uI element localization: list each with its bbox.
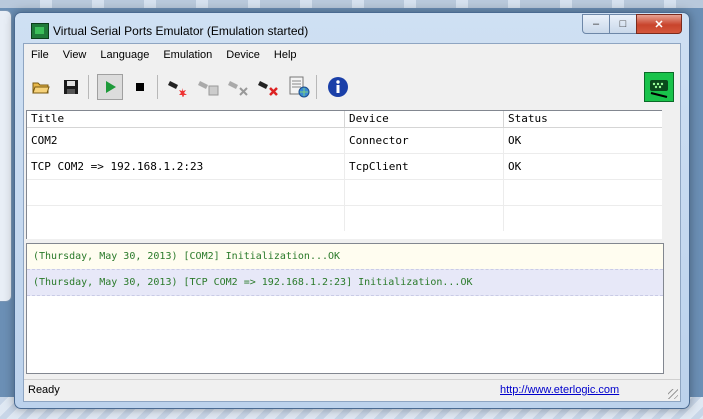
toolbar-separator [88,75,89,99]
stop-emulation-button[interactable] [127,74,153,100]
background-windows-top [0,0,703,8]
serial-port-logo-icon [644,72,674,102]
menu-emulation[interactable]: Emulation [156,49,219,61]
toolbar [24,66,680,108]
menu-bar: File View Language Emulation Device Help [24,44,680,66]
open-button[interactable] [28,74,54,100]
menu-language[interactable]: Language [93,49,156,61]
device-list-header: Title Device Status [27,111,663,128]
main-window: Virtual Serial Ports Emulator (Emulation… [14,12,690,409]
column-header-title[interactable]: Title [27,111,345,127]
cell-status: OK [504,154,663,179]
status-bar: Ready http://www.eterlogic.com [24,379,680,401]
cell-device: Connector [345,128,504,153]
empty-cell [27,206,345,231]
cell-title: COM2 [27,128,345,153]
table-row[interactable]: TCP COM2 => 192.168.1.2:23 TcpClient OK [27,154,663,180]
menu-view[interactable]: View [56,49,94,61]
window-title: Virtual Serial Ports Emulator (Emulation… [53,24,309,38]
menu-help[interactable]: Help [267,49,304,61]
properties-icon [289,76,310,98]
save-button[interactable] [58,74,84,100]
stop-icon [136,83,144,91]
save-icon [64,80,78,94]
maximize-button[interactable]: □ [609,14,637,34]
minimize-button[interactable]: – [582,14,610,34]
delete-device-icon [258,81,278,96]
create-device-icon [168,81,187,97]
info-icon [328,77,348,97]
empty-cell [27,180,345,205]
background-window-left-edge [0,10,12,302]
remove-device-icon [228,81,248,96]
delete-device-button[interactable] [256,74,282,100]
open-folder-icon [32,82,50,94]
menu-file[interactable]: File [24,49,56,61]
about-button[interactable] [325,74,351,100]
empty-cell [345,206,504,231]
empty-cell [345,180,504,205]
empty-row [27,180,663,206]
edit-device-button[interactable] [196,74,222,100]
empty-cell [504,206,663,231]
client-area: File View Language Emulation Device Help [23,43,681,402]
log-entry: (Thursday, May 30, 2013) [COM2] Initiali… [27,244,663,269]
empty-row [27,206,663,231]
menu-device[interactable]: Device [219,49,267,61]
app-icon[interactable] [31,23,49,39]
device-list[interactable]: Title Device Status COM2 Connector OK TC… [26,110,664,240]
cell-title: TCP COM2 => 192.168.1.2:23 [27,154,345,179]
properties-button[interactable] [286,74,312,100]
column-header-status[interactable]: Status [504,111,663,127]
create-device-button[interactable] [166,74,192,100]
log-entry: (Thursday, May 30, 2013) [TCP COM2 => 19… [27,269,663,296]
toolbar-separator [316,75,317,99]
close-button[interactable]: ✕ [636,14,682,34]
website-link[interactable]: http://www.eterlogic.com [500,384,619,396]
remove-device-button[interactable] [226,74,252,100]
cell-status: OK [504,128,663,153]
column-header-device[interactable]: Device [345,111,504,127]
log-panel[interactable]: (Thursday, May 30, 2013) [COM2] Initiali… [26,243,664,374]
caption-buttons: – □ ✕ [582,14,682,34]
empty-cell [504,180,663,205]
edit-device-icon [198,81,219,96]
serial-port-logo-graphic [650,80,668,98]
play-icon [106,81,116,93]
right-gutter [662,110,678,397]
table-row[interactable]: COM2 Connector OK [27,128,663,154]
cell-device: TcpClient [345,154,504,179]
title-bar[interactable]: Virtual Serial Ports Emulator (Emulation… [15,13,689,43]
resize-grip-icon[interactable] [668,389,678,399]
start-emulation-button[interactable] [97,74,123,100]
status-text: Ready [28,384,60,396]
toolbar-separator [157,75,158,99]
